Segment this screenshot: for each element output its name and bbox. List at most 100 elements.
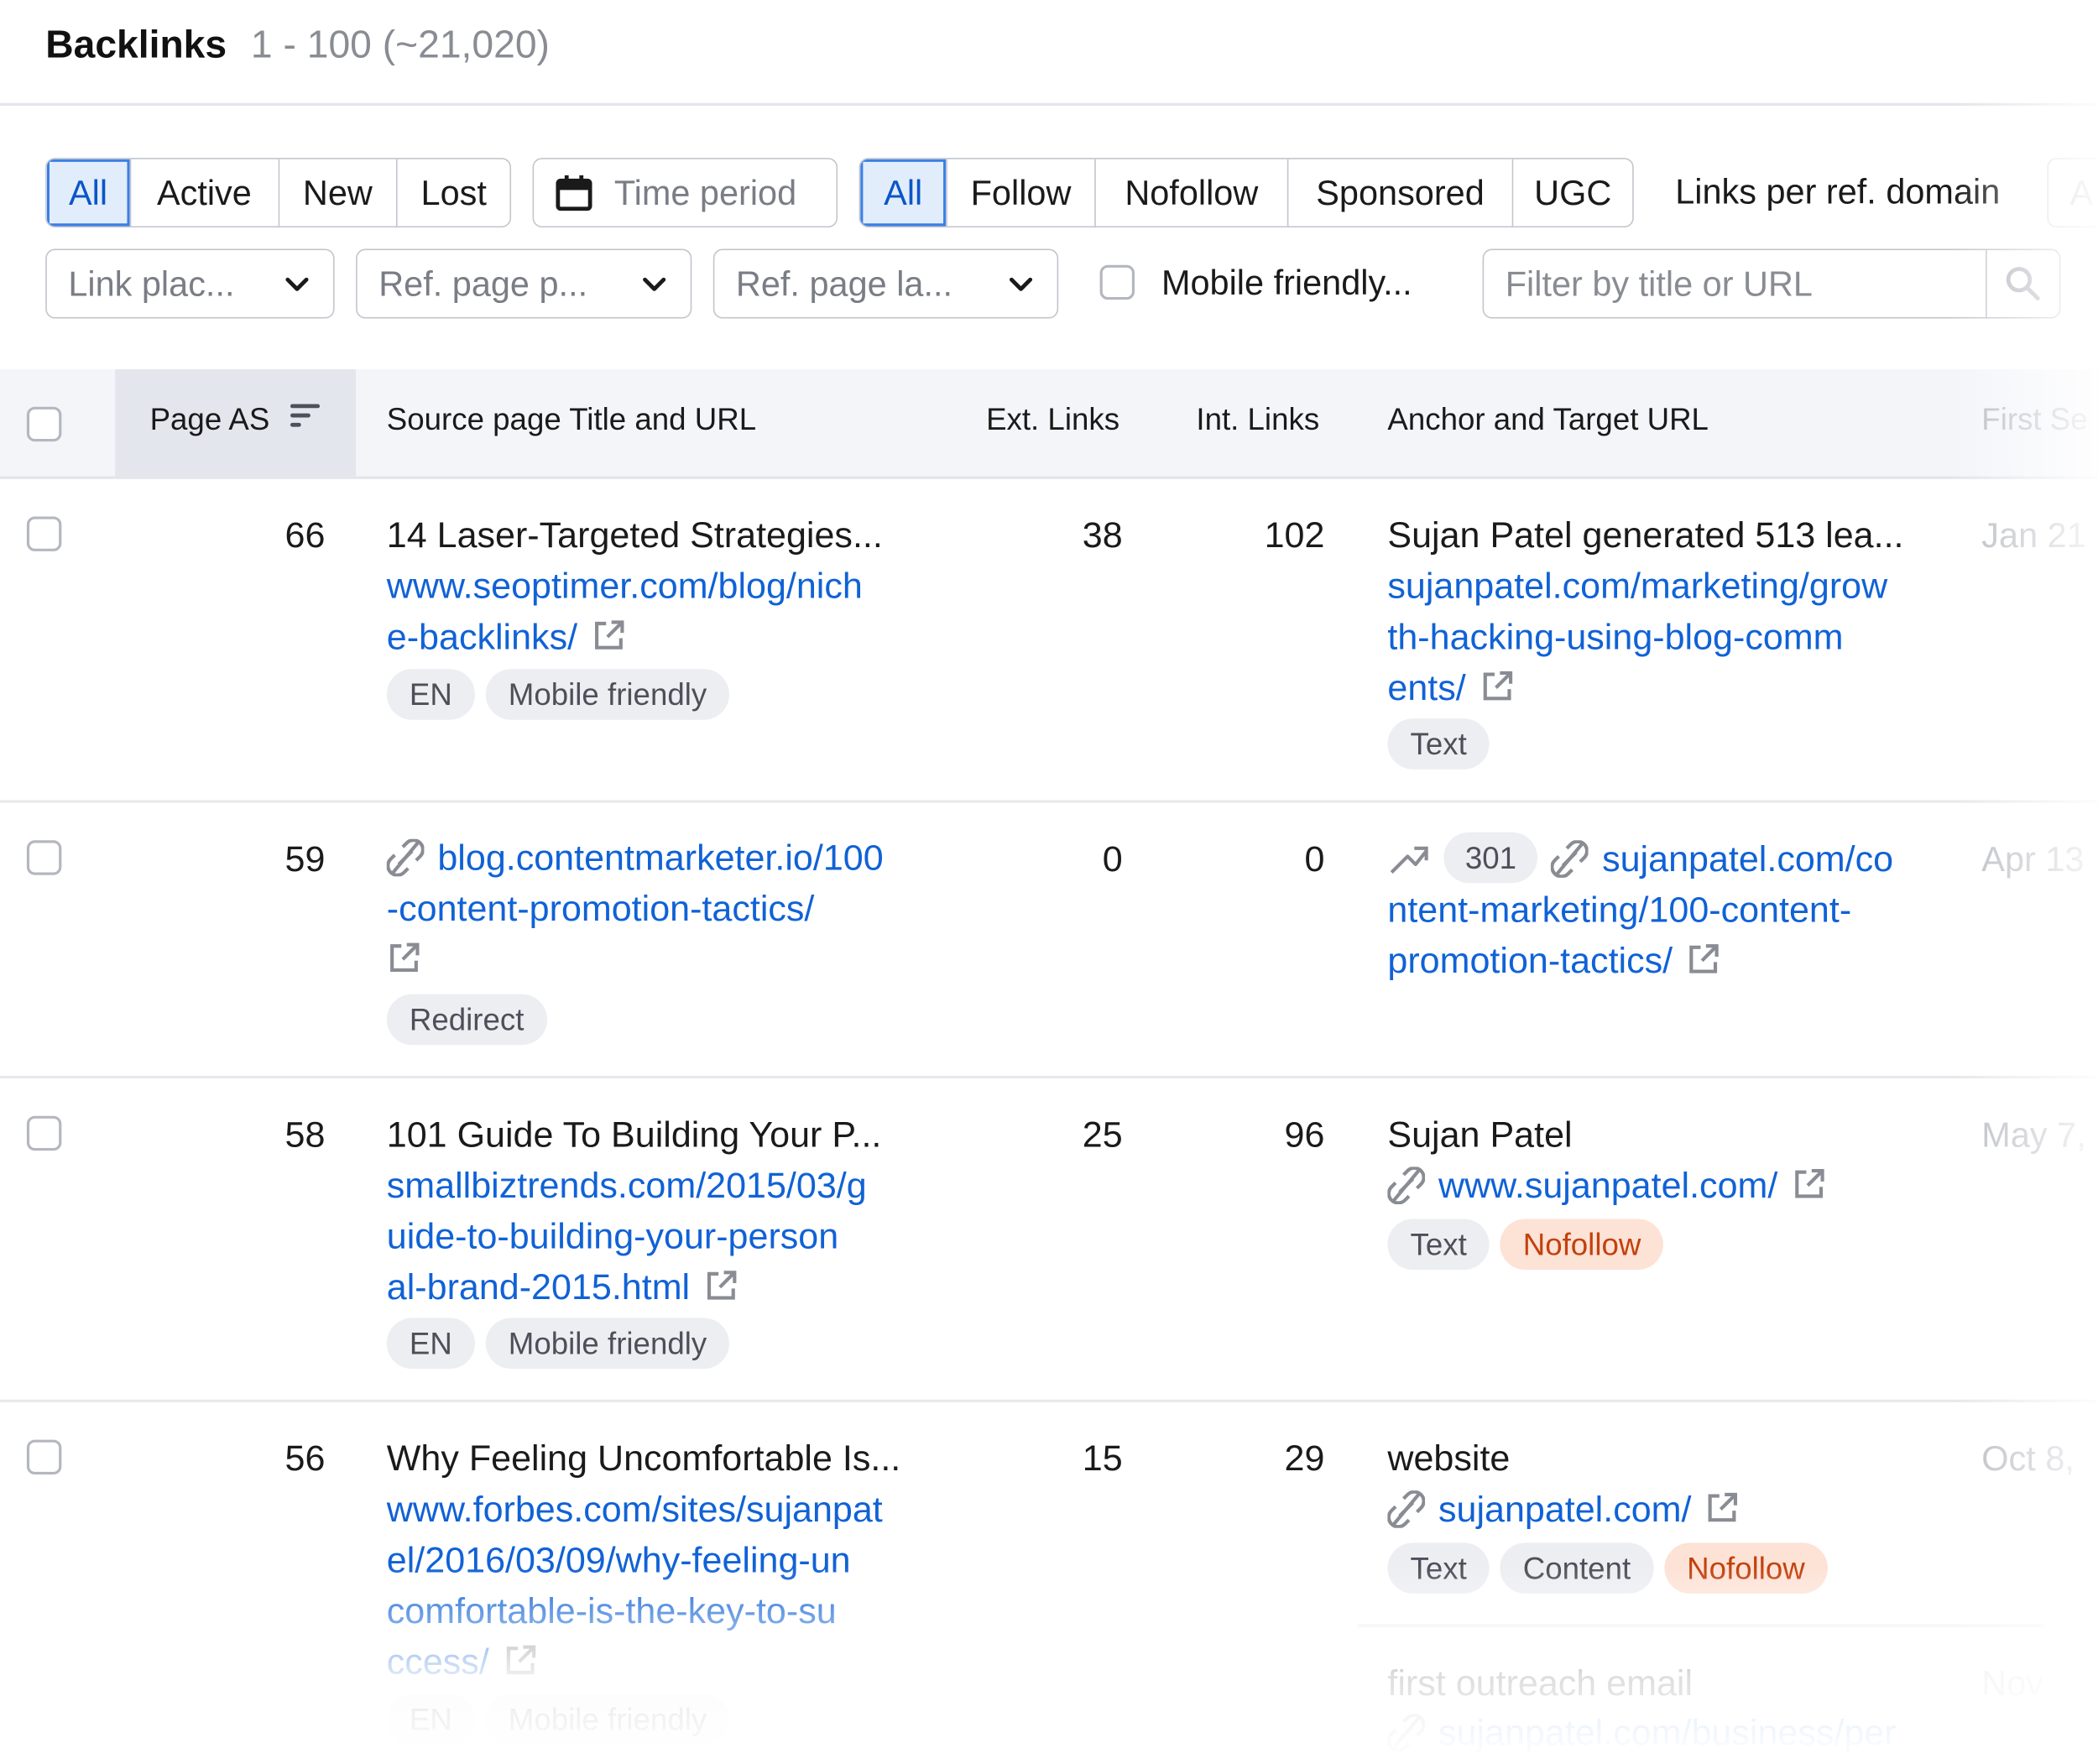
source-tags: Redirect [386,994,547,1046]
url-line: sujanpatel.com/co [1602,838,1894,879]
url-line: al-brand-2015.html [386,1266,691,1307]
mobile-friendly-badge: Mobile friendly [485,669,730,720]
url-line: sujanpatel.com/ [1438,1489,1692,1530]
language-badge: EN [386,1694,475,1746]
ref-page-p-label: Ref. page p... [378,263,588,304]
result-count: 1 - 100 (~21,020) [250,23,550,67]
redirect-badge: Redirect [386,994,547,1046]
page-title: Backlinks [45,23,227,67]
language-badge: EN [386,1318,475,1370]
first-seen-date: Jan 21 [1981,514,2086,556]
status-all-button[interactable]: All [46,159,131,227]
source-url-link[interactable]: smallbiztrends.com/2015/03/g uide-to-bui… [387,1160,867,1313]
page-as-value: 59 [284,838,326,879]
column-ext-links[interactable]: Ext. Links [986,401,1119,437]
time-period-button[interactable]: Time period [532,158,838,228]
external-link-icon[interactable] [591,618,625,653]
table-row: 58 101 Guide To Building Your P... small… [0,1078,2098,1402]
type-follow-button[interactable]: Follow [947,159,1096,227]
source-title: 101 Guide To Building Your P... [386,1114,882,1155]
link-type-badge: Text [1387,1542,1490,1594]
search-button[interactable] [1986,250,2059,317]
mobile-friendly-checkbox[interactable] [1099,264,1135,300]
table-row: 59 blog.contentmarketer.io/100 -content-… [0,803,2098,1079]
search-input[interactable] [1484,250,1986,317]
column-page-as[interactable]: Page AS [150,401,321,437]
status-lost-button[interactable]: Lost [398,159,510,227]
first-seen-date: May 7, [1981,1114,2086,1155]
external-link-icon[interactable] [1704,1490,1739,1525]
link-type-badge: Text [1387,718,1490,770]
mobile-friendly-badge: Mobile friendly [485,1318,730,1370]
url-line: www.forbes.com/sites/sujanpat [386,1489,883,1530]
redirect-code-badge: 301 [1443,832,1538,884]
header-divider [0,102,2098,106]
url-line: promotion-tactics/ [1387,940,1673,981]
first-seen-date: Apr 13 [1981,838,2085,879]
filter-search [1482,248,2061,319]
chevron-down-icon [285,277,309,291]
row-checkbox[interactable] [26,516,62,551]
int-links-value: 96 [1284,1114,1325,1155]
row-checkbox[interactable] [26,1439,62,1475]
url-line: smallbiztrends.com/2015/03/g [386,1165,867,1206]
link-placement-dropdown[interactable]: Link plac... [45,248,335,319]
target-url-link[interactable]: sujanpatel.com/marketing/grow th-hacking… [1387,561,1887,713]
status-active-button[interactable]: Active [131,159,279,227]
first-seen-date: Nov [1981,1662,2044,1704]
page-as-value: 56 [284,1438,326,1479]
url-line: ntent-marketing/100-content- [1387,890,1852,931]
select-all-checkbox[interactable] [26,406,62,442]
url-line: comfortable-is-the-key-to-su [386,1590,837,1631]
source-tags: EN Mobile friendly [386,669,730,720]
row-checkbox[interactable] [26,1115,62,1151]
external-link-icon[interactable] [1480,669,1514,703]
row-checkbox[interactable] [26,840,62,875]
ext-links-value: 0 [1102,838,1123,879]
url-line: ccess/ [386,1641,489,1683]
external-link-icon[interactable] [703,1268,738,1302]
first-seen-date: Oct 8, [1981,1438,2075,1479]
type-all-button[interactable]: All [860,159,947,227]
target-url-link[interactable]: sujanpatel.com/business/per [1387,1707,1897,1758]
source-url-link[interactable]: www.seoptimer.com/blog/nich e-backlinks/ [387,561,863,662]
source-url-link[interactable]: www.forbes.com/sites/sujanpat el/2016/03… [387,1484,883,1687]
source-tags: EN Mobile friendly [386,1318,730,1370]
link-type-badge: Text [1387,1219,1490,1271]
link-placement-label: Link plac... [68,263,235,304]
backlinks-report: Backlinks 1 - 100 (~21,020) All Active N… [0,0,2098,1764]
type-sponsored-button[interactable]: Sponsored [1288,159,1514,227]
page-header: Backlinks 1 - 100 (~21,020) [45,24,550,69]
column-page-as-label: Page AS [149,401,270,436]
link-type-filter: All Follow Nofollow Sponsored UGC [859,158,1634,228]
links-per-domain-select[interactable]: A [2047,158,2098,228]
mobile-friendly-badge: Mobile friendly [485,1694,730,1746]
ref-page-la-dropdown[interactable]: Ref. page la... [712,248,1059,319]
int-links-value: 0 [1304,838,1325,879]
int-links-value: 102 [1264,514,1325,556]
column-int-links[interactable]: Int. Links [1196,401,1319,437]
target-url-link[interactable]: 301 sujanpatel.com/co ntent-marketing/100… [1387,832,1893,986]
target-url-link[interactable]: sujanpatel.com/ [1387,1484,1740,1535]
external-link-icon[interactable] [503,1643,537,1678]
status-new-button[interactable]: New [279,159,398,227]
target-tags: Text Nofollow [1387,1219,1664,1271]
column-first-seen[interactable]: First Se [1981,401,2087,437]
column-source[interactable]: Source page Title and URL [387,401,756,437]
external-link-icon[interactable] [1791,1166,1825,1201]
type-ugc-button[interactable]: UGC [1513,159,1632,227]
search-icon [2006,267,2040,300]
external-link-icon[interactable] [1686,942,1720,976]
ref-page-p-dropdown[interactable]: Ref. page p... [356,248,692,319]
target-url-link[interactable]: www.sujanpatel.com/ [1387,1160,1825,1211]
url-line: el/2016/03/09/why-feeling-un [386,1540,851,1580]
external-link-icon[interactable] [387,941,421,975]
sub-row-divider [1358,1624,2045,1627]
type-nofollow-button[interactable]: Nofollow [1096,159,1289,227]
time-period-label: Time period [613,171,797,212]
column-anchor[interactable]: Anchor and Target URL [1387,401,1709,437]
source-tags: EN Mobile friendly [386,1694,730,1746]
status-filter: All Active New Lost [45,158,512,228]
source-url-link[interactable]: blog.contentmarketer.io/100 -content-pro… [386,832,884,985]
links-per-domain-label: Links per ref. domain [1675,171,2001,211]
